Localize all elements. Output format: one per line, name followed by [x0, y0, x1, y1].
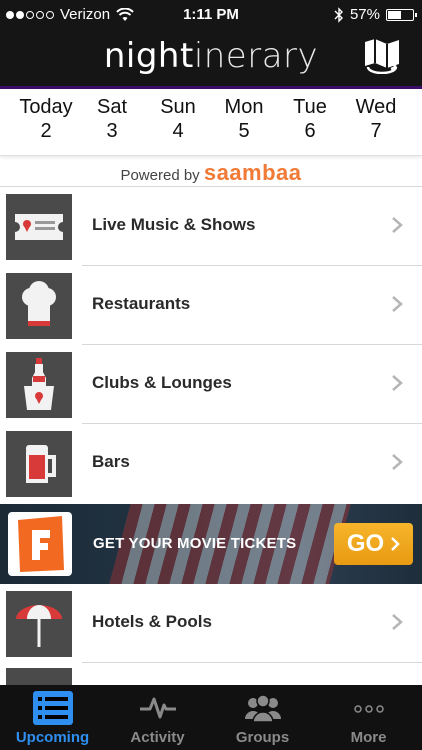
go-label: GO [346, 530, 385, 557]
date-tue[interactable]: Tue 6 [282, 95, 338, 143]
date-number: 7 [370, 120, 382, 142]
date-number: 3 [106, 120, 118, 142]
category-label: Live Music & Shows [92, 215, 256, 234]
date-mon[interactable]: Mon 5 [214, 95, 274, 143]
date-number: 4 [172, 120, 184, 142]
tab-bar: Upcoming Activity Groups More [0, 685, 422, 750]
umbrella-icon [6, 591, 72, 657]
saambaa-logo: saambaa [203, 160, 302, 185]
battery-percent: 57% [349, 6, 380, 23]
date-today[interactable]: Today 2 [10, 95, 82, 143]
chevron-right-icon [391, 537, 400, 551]
tab-upcoming[interactable]: Upcoming [0, 685, 105, 750]
tab-groups[interactable]: Groups [210, 685, 315, 750]
category-label: Hotels & Pools [92, 612, 212, 631]
date-day: Today [19, 96, 73, 118]
logo-bold: night [103, 36, 194, 76]
top-bar: Verizon 1:11 PM 57% nightinerary [0, 0, 422, 89]
ellipsis-icon [353, 705, 384, 713]
bluetooth-icon [334, 6, 343, 23]
date-wed[interactable]: Wed 7 [346, 95, 406, 143]
category-label: Bars [92, 452, 130, 471]
date-sun[interactable]: Sun 4 [150, 95, 206, 143]
people-icon [244, 694, 281, 723]
chevron-right-icon [392, 454, 403, 470]
category-label: Clubs & Lounges [92, 373, 232, 392]
app-logo: nightinerary [0, 36, 422, 76]
category-clubs-lounges[interactable]: Clubs & Lounges [0, 345, 422, 424]
tab-label: More [350, 729, 387, 746]
tab-activity[interactable]: Activity [105, 685, 210, 750]
tab-label: Activity [130, 729, 185, 746]
status-bar: Verizon 1:11 PM 57% [0, 0, 422, 30]
date-day: Wed [355, 96, 397, 118]
logo-light: inerary [193, 36, 319, 76]
ticket-icon [6, 194, 72, 260]
date-day: Tue [293, 96, 327, 118]
folded-map-icon[interactable] [360, 36, 404, 74]
fandango-icon [8, 512, 72, 576]
bottle-bucket-icon [6, 352, 72, 418]
category-restaurants[interactable]: Restaurants [0, 266, 422, 345]
powered-by: Powered by saambaa [0, 160, 422, 186]
battery-icon [386, 8, 417, 21]
date-day: Mon [224, 96, 264, 118]
chevron-right-icon [392, 375, 403, 391]
chevron-right-icon [392, 614, 403, 630]
chef-hat-icon [6, 273, 72, 339]
partial-category-tile [6, 668, 72, 686]
date-day: Sun [160, 96, 196, 118]
movie-tickets-banner[interactable]: GET YOUR MOVIE TICKETS GO [0, 504, 422, 584]
category-bars[interactable]: Bars [0, 424, 422, 503]
pulse-icon [139, 697, 176, 719]
date-number: 2 [40, 120, 52, 142]
date-number: 6 [304, 120, 316, 142]
beer-mug-icon [6, 431, 72, 497]
date-number: 5 [238, 120, 250, 142]
date-sat[interactable]: Sat 3 [84, 95, 140, 143]
powered-by-label: Powered by [120, 167, 200, 184]
category-label: Restaurants [92, 294, 191, 313]
category-hotels-pools[interactable]: Hotels & Pools [0, 584, 422, 663]
tab-more[interactable]: More [315, 685, 422, 750]
tab-label: Groups [235, 729, 290, 746]
chevron-right-icon [392, 296, 403, 312]
go-button[interactable]: GO [334, 523, 413, 565]
category-live-music[interactable]: Live Music & Shows [0, 187, 422, 266]
date-selector: Today 2 Sat 3 Sun 4 Mon 5 Tue 6 Wed 7 [0, 89, 422, 156]
date-day: Sat [96, 96, 128, 118]
list-icon [32, 691, 73, 725]
chevron-right-icon [392, 217, 403, 233]
tab-label: Upcoming [15, 729, 90, 746]
banner-text: GET YOUR MOVIE TICKETS [93, 535, 297, 552]
